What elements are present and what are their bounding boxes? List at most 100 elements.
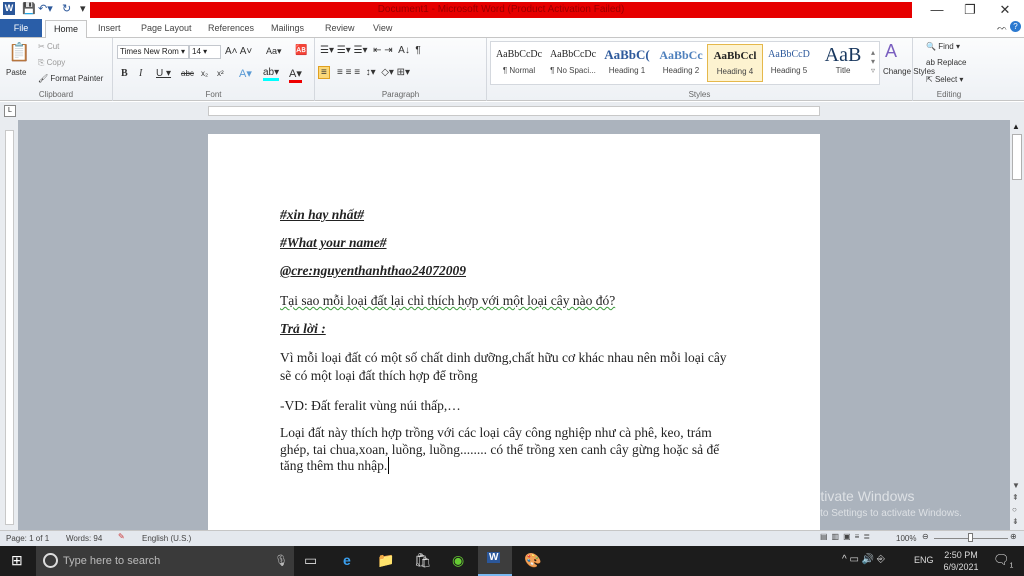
copy-label: Copy [46,58,66,67]
start-icon[interactable]: ⊞ [11,552,23,569]
tab-page-layout[interactable]: Page Layout [141,23,192,33]
superscript-button[interactable]: x² [217,69,224,78]
cortana-icon [43,553,58,568]
font-size-select[interactable]: 14 ▾ [189,45,221,59]
style-heading-2[interactable]: AaBbCc Heading 2 [653,44,709,82]
doc-line-answer-heading[interactable]: Trả lời : [280,320,326,337]
doc-line-credit[interactable]: @cre:nguyenthanhthao24072009 [280,262,466,279]
font-name-select[interactable]: Times New Rom ▾ [117,45,189,59]
redo-icon[interactable]: ↻ [62,2,71,15]
replace-button[interactable]: ab Replace [926,58,966,67]
find-button[interactable]: 🔍 Find ▾ [926,42,960,51]
style-heading-1[interactable]: AaBbC(Heading 1 [599,44,655,82]
task-view-icon[interactable]: ▭ [304,552,317,569]
tab-mailings[interactable]: Mailings [271,23,304,33]
app-icon[interactable]: ◉ [452,552,464,569]
help-icon[interactable]: ? [1010,21,1021,32]
change-case-icon[interactable]: Aa▾ [266,46,282,57]
microphone-icon[interactable]: 🎙 [274,546,288,576]
style-title[interactable]: AaB Title [815,44,871,82]
bold-button[interactable]: B [121,68,128,79]
minimize-button[interactable]: — [922,2,952,17]
style-name: Heading 4 [716,67,754,76]
view-buttons[interactable]: ▤▥▣≡≣ [820,532,874,541]
style-no-spacing[interactable]: AaBbCcDc ¶ No Spaci... [545,44,601,82]
zoom-out-icon[interactable]: ⊖ [922,532,929,541]
tab-selector-icon[interactable]: L [4,105,16,117]
find-label: Find [938,42,954,51]
font-name-value: Times New Rom [120,47,179,56]
select-button[interactable]: ⇱ Select ▾ [926,75,963,84]
strikethrough-button[interactable]: abc [181,69,194,78]
customize-toolbar-icon[interactable]: ▾ [80,2,86,15]
proofing-icon[interactable]: ✎ [118,532,125,541]
clock[interactable]: 2:50 PM 6/9/2021 [940,549,982,573]
vertical-ruler[interactable] [5,130,14,525]
store-icon[interactable]: 🛍 [414,552,432,569]
paste-button[interactable]: Paste [6,68,26,77]
align-buttons[interactable]: ≡ ≡ ≡ ↕▾ ◇▾ ⊞▾ [337,67,410,78]
doc-line-hashtag[interactable]: #xin hay nhất# [280,206,364,223]
doc-line-name[interactable]: #What your name# [280,234,387,251]
style-heading-5[interactable]: AaBbCcD Heading 5 [761,44,817,82]
tab-references[interactable]: References [208,23,254,33]
bullets-icon[interactable]: ☰▾ ☰▾ ☰▾ ⇤ ⇥ A↓ ¶ [320,45,421,56]
file-explorer-icon[interactable]: 📁 [377,552,394,569]
change-styles-icon[interactable]: A [885,41,897,62]
paint-icon[interactable]: 🎨 [524,552,541,569]
undo-icon[interactable]: ↶▾ [38,2,53,15]
styles-scroll-icon[interactable]: ▴ ▾ ▿ [871,48,875,75]
subscript-button[interactable]: x₂ [201,69,208,78]
style-normal[interactable]: AaBbCcDc ¶ Normal [491,44,547,82]
editing-group-label: Editing [936,90,962,99]
font-size-value: 14 [192,47,201,56]
edge-icon[interactable]: e [343,552,351,568]
notifications-icon[interactable]: 🗨1 [993,552,1013,570]
word-taskbar-button[interactable]: W [478,546,512,576]
taskbar-search[interactable]: Type here to search 🎙 [36,546,294,576]
grow-font-icon[interactable]: A˄ A˅ [225,46,252,57]
zoom-slider-thumb[interactable] [968,533,973,542]
cut-button[interactable]: ✂ Cut [38,42,59,51]
close-button[interactable]: ✕ [990,2,1020,18]
doc-line-question[interactable]: Tại sao mỗi loại đất lại chỉ thích hợp v… [280,292,615,309]
tab-home[interactable]: Home [45,20,87,39]
tab-review[interactable]: Review [325,23,355,33]
text-effects-icon[interactable]: A▾ [239,67,252,80]
scrollbar-thumb[interactable] [1012,134,1022,180]
doc-line-answer-2[interactable]: sẽ có một loại đất thích hợp để trồng [280,367,478,384]
align-left-button[interactable]: ≡ [318,66,330,79]
vertical-scrollbar[interactable]: ▲ ▼ ⇞ ○ ⇟ [1010,120,1024,530]
save-icon[interactable]: 💾 [22,2,36,15]
doc-line-body-1[interactable]: Loại đất này thích hợp trồng với các loạ… [280,424,712,441]
scroll-up-icon[interactable]: ▲ [1012,122,1020,131]
word-count[interactable]: Words: 94 [66,534,102,543]
font-color-icon[interactable]: A▾ [289,67,302,83]
underline-button[interactable]: U ▾ [156,68,171,79]
page-count[interactable]: Page: 1 of 1 [6,534,49,543]
watermark-line1: Activate Windows [804,488,915,504]
tray-icons[interactable]: ^ ▭ 🔊 ⎆ [842,554,885,565]
copy-button[interactable]: ⎘ Copy [38,58,65,68]
paste-icon[interactable]: 📋 [8,42,30,63]
zoom-level[interactable]: 100% [896,534,916,543]
format-painter-button[interactable]: 🖌 Format Painter [38,74,103,83]
tab-insert[interactable]: Insert [98,23,121,33]
input-language[interactable]: ENG [914,555,934,565]
horizontal-ruler[interactable] [208,106,820,116]
doc-line-body-2[interactable]: ghép, tai chua,xoan, luồng, luồng.......… [280,441,719,458]
tab-file[interactable]: File [0,19,42,37]
browse-object-icons[interactable]: ▼ ⇞ ○ ⇟ [1012,480,1020,528]
doc-line-answer-1[interactable]: Vì mỗi loại đất có một số chất dinh dưỡn… [280,349,727,366]
restore-button[interactable]: ❐ [955,2,985,18]
clear-formatting-icon[interactable]: 🆎 [295,45,307,56]
zoom-in-icon[interactable]: ⊕ [1010,532,1017,541]
minimize-ribbon-icon[interactable]: ᨓ [997,22,1008,33]
language[interactable]: English (U.S.) [142,534,191,543]
highlight-icon[interactable]: ab▾ [263,67,280,81]
style-heading-4[interactable]: AaBbCcl Heading 4 [707,44,763,82]
doc-line-example[interactable]: -VD: Đất feralit vùng núi thấp,… [280,397,461,414]
tab-view[interactable]: View [373,23,392,33]
doc-line-body-3[interactable]: tăng thêm thu nhập. [280,457,390,474]
italic-button[interactable]: I [139,68,142,79]
